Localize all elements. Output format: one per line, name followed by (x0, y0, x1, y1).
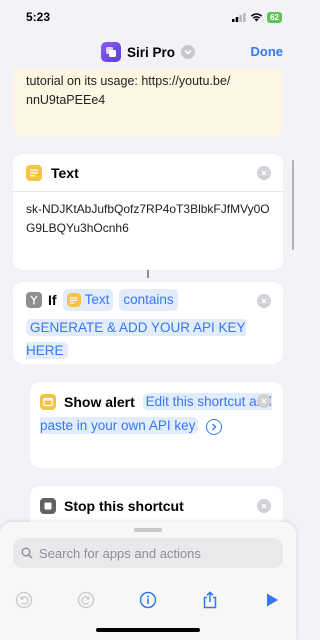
shortcut-title: Siri Pro (126, 44, 175, 60)
text-lines-icon (66, 293, 81, 307)
search-icon (21, 547, 33, 559)
if-condition-operator[interactable]: contains (119, 289, 178, 311)
wifi-icon (250, 13, 263, 22)
if-label: If (48, 292, 57, 308)
undo-button[interactable] (14, 590, 34, 610)
text-value-field[interactable]: sk-NDJKtAbJufbQofz7RP4oT3BlbkFJfMVy0OG9L… (13, 192, 283, 246)
done-button[interactable]: Done (251, 44, 284, 59)
stop-shortcut-label: Stop this shortcut (64, 498, 184, 514)
if-condition-value: GENERATE & ADD YOUR API KEY HERE (26, 319, 246, 359)
flow-connector (147, 270, 149, 278)
shortcuts-app-icon (100, 42, 121, 62)
scroll-indicator[interactable] (292, 160, 294, 250)
stop-shortcut-action[interactable]: Stop this shortcut (30, 486, 283, 526)
status-time: 5:23 (26, 10, 51, 24)
share-icon (203, 591, 217, 609)
home-indicator[interactable] (96, 628, 200, 632)
action-search-box[interactable] (13, 538, 283, 568)
status-bar: 5:23 62 (0, 0, 296, 34)
shortcut-title-menu[interactable]: Siri Pro (100, 42, 195, 62)
remove-stop-action-icon[interactable] (257, 499, 271, 513)
remove-if-action-icon[interactable] (257, 294, 271, 308)
alert-header: Show alert (40, 390, 135, 414)
comment-line-1: tutorial on its usage: https://youtu.be/ (26, 74, 231, 88)
undo-icon (15, 591, 33, 609)
text-lines-icon (26, 164, 42, 181)
text-action-header: Text (13, 154, 283, 192)
remove-text-action-icon[interactable] (257, 165, 271, 180)
share-button[interactable] (200, 590, 220, 610)
if-input-variable[interactable]: Text (62, 289, 114, 311)
cellular-signal-icon (232, 12, 246, 22)
actions-bottom-sheet (0, 522, 296, 640)
text-action[interactable]: Text sk-NDJKtAbJufbQofz7RP4oT3BlbkFJfMVy… (13, 154, 283, 270)
status-icons: 62 (232, 11, 282, 23)
battery-indicator: 62 (267, 11, 282, 23)
if-input-label: Text (84, 292, 110, 307)
comment-action[interactable]: tutorial on its usage: https://youtu.be/… (13, 70, 283, 136)
sheet-grabber[interactable] (134, 528, 162, 532)
nav-bar: Siri Pro Done (0, 34, 296, 70)
redo-button[interactable] (76, 590, 96, 610)
show-alert-action[interactable]: Show alert Edit this shortcut and paste … (30, 382, 283, 468)
search-input[interactable] (39, 545, 269, 561)
if-condition-value-field[interactable]: GENERATE & ADD YOUR API KEY HERE (26, 316, 270, 362)
chevron-down-icon (181, 45, 195, 59)
editor-toolbar (0, 584, 296, 616)
info-button[interactable] (138, 590, 158, 610)
text-action-label: Text (51, 164, 79, 181)
alert-content: Show alert Edit this shortcut and paste … (40, 390, 273, 438)
info-icon (139, 591, 157, 609)
if-condition-row: If Text contains (26, 288, 271, 312)
alert-window-icon (40, 394, 56, 411)
branch-icon (26, 292, 42, 308)
expand-options-icon[interactable] (206, 418, 223, 435)
if-action[interactable]: If Text contains GENERATE & ADD YOUR API… (13, 282, 283, 364)
stop-square-icon (40, 498, 56, 514)
show-alert-label: Show alert (64, 394, 135, 411)
run-button[interactable] (262, 590, 282, 610)
remove-alert-action-icon[interactable] (257, 394, 271, 408)
play-icon (267, 593, 278, 607)
comment-line-2: nnU9taPEEe4 (26, 93, 106, 107)
redo-icon (77, 591, 95, 609)
